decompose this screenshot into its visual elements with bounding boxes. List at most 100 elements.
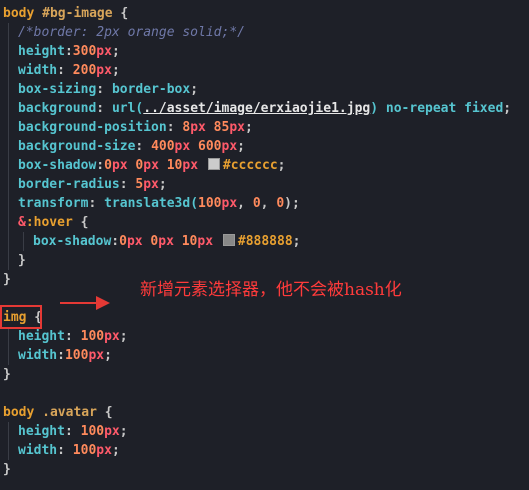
- code-line: height: 100px;: [18, 327, 128, 346]
- code-token: px: [104, 424, 120, 439]
- code-token: body: [3, 6, 43, 21]
- code-line: }: [3, 270, 11, 289]
- code-token: );: [284, 196, 300, 211]
- code-token: px: [229, 120, 245, 135]
- code-line: width:100px;: [18, 346, 112, 365]
- code-token: 0: [276, 196, 285, 211]
- code-token: transform: [18, 196, 89, 211]
- code-token: box-shadow: [18, 158, 97, 173]
- code-token: :hover: [25, 215, 73, 230]
- code-token: 100: [80, 424, 105, 439]
- code-token: :: [96, 158, 105, 173]
- code-token: }: [3, 367, 11, 382]
- code-token: px: [197, 234, 214, 249]
- code-token: px: [88, 348, 105, 363]
- code-token: :: [64, 44, 73, 59]
- code-token: .avatar: [42, 405, 97, 420]
- code-token: px: [111, 158, 128, 173]
- code-token: 200: [72, 63, 97, 78]
- code-token: 100: [64, 348, 89, 363]
- indent-guide: [8, 422, 9, 460]
- code-token: {: [72, 215, 89, 230]
- code-token: 0: [252, 196, 261, 211]
- code-token: 85: [205, 120, 230, 135]
- code-token: px: [126, 234, 143, 249]
- code-token: #cccccc: [222, 158, 278, 173]
- code-token: :: [96, 101, 112, 116]
- code-line: background-position: 8px 85px;: [18, 118, 253, 137]
- arrow-icon: [60, 296, 110, 310]
- code-token: {: [112, 6, 129, 21]
- code-token: #888888: [237, 234, 293, 249]
- code-token: 600: [190, 139, 222, 154]
- code-token: 100: [72, 443, 97, 458]
- code-token: background: [18, 101, 97, 116]
- code-token: px: [96, 44, 112, 59]
- code-line: height:300px;: [18, 42, 120, 61]
- code-token: ,: [260, 196, 277, 211]
- color-swatch[interactable]: [207, 158, 220, 170]
- code-token: width: [18, 443, 58, 458]
- code-token: }: [3, 272, 11, 287]
- code-token: :: [96, 82, 112, 97]
- code-token: box-shadow: [33, 234, 112, 249]
- code-token: ;: [111, 443, 120, 458]
- code-token: ../asset/image/erxiaojie1.jpg: [143, 101, 371, 116]
- code-line: }: [3, 460, 11, 479]
- code-line: width: 200px;: [18, 61, 120, 80]
- code-token: ;: [119, 424, 128, 439]
- code-token: :: [111, 234, 120, 249]
- code-line: box-sizing: border-box;: [18, 80, 198, 99]
- code-line: border-radius: 5px;: [18, 175, 167, 194]
- code-token: no-repeat fixed: [378, 101, 504, 116]
- code-token: ;: [237, 139, 245, 154]
- code-token: ;: [104, 348, 112, 363]
- code-line: }: [18, 251, 26, 270]
- indent-guide: [23, 232, 24, 251]
- color-swatch[interactable]: [222, 234, 235, 246]
- code-token: px: [174, 139, 191, 154]
- code-line: height: 100px;: [18, 422, 128, 441]
- code-token: 100: [80, 329, 105, 344]
- code-token: px: [143, 158, 159, 173]
- code-line: body #bg-image {: [3, 4, 128, 23]
- code-token: ;: [245, 120, 253, 135]
- code-token: border-radius: [18, 177, 120, 192]
- code-token: :: [57, 443, 73, 458]
- code-token: px: [221, 196, 238, 211]
- code-token: 0: [119, 234, 127, 249]
- code-line: transform: translate3d(100px, 0, 0);: [18, 194, 300, 213]
- code-line: width: 100px;: [18, 441, 120, 460]
- code-token: 400: [151, 139, 175, 154]
- code-token: {: [96, 405, 113, 420]
- code-token: ;: [111, 44, 120, 59]
- indent-guide: [8, 327, 9, 365]
- code-token: :: [57, 63, 73, 78]
- code-token: :: [57, 348, 65, 363]
- code-line: /*border: 2px orange solid;*/: [18, 23, 245, 42]
- code-token: 0: [104, 158, 112, 173]
- code-line: background: url(../asset/image/erxiaojie…: [18, 99, 511, 118]
- code-token: px: [104, 329, 120, 344]
- code-token: 0: [127, 158, 144, 173]
- code-token: px: [96, 63, 112, 78]
- code-token: 10: [158, 158, 183, 173]
- code-token: ;: [158, 177, 167, 192]
- code-token: px: [221, 139, 238, 154]
- code-token: :: [88, 196, 105, 211]
- code-token: border-box: [111, 82, 191, 97]
- highlight-box: [0, 305, 42, 329]
- code-token: px: [143, 177, 159, 192]
- code-token: :: [166, 120, 183, 135]
- code-token: background-position: [18, 120, 167, 135]
- code-line: box-shadow:0px 0px 10px #cccccc;: [18, 156, 286, 175]
- code-token: 300: [72, 44, 97, 59]
- code-token: height: [18, 329, 65, 344]
- code-line: &:hover {: [18, 213, 88, 232]
- code-token: :: [119, 177, 136, 192]
- code-token: &: [18, 215, 26, 230]
- code-token: translate3d(: [104, 196, 199, 211]
- code-token: :: [64, 424, 81, 439]
- code-token: 100: [198, 196, 222, 211]
- indent-guide: [8, 42, 9, 251]
